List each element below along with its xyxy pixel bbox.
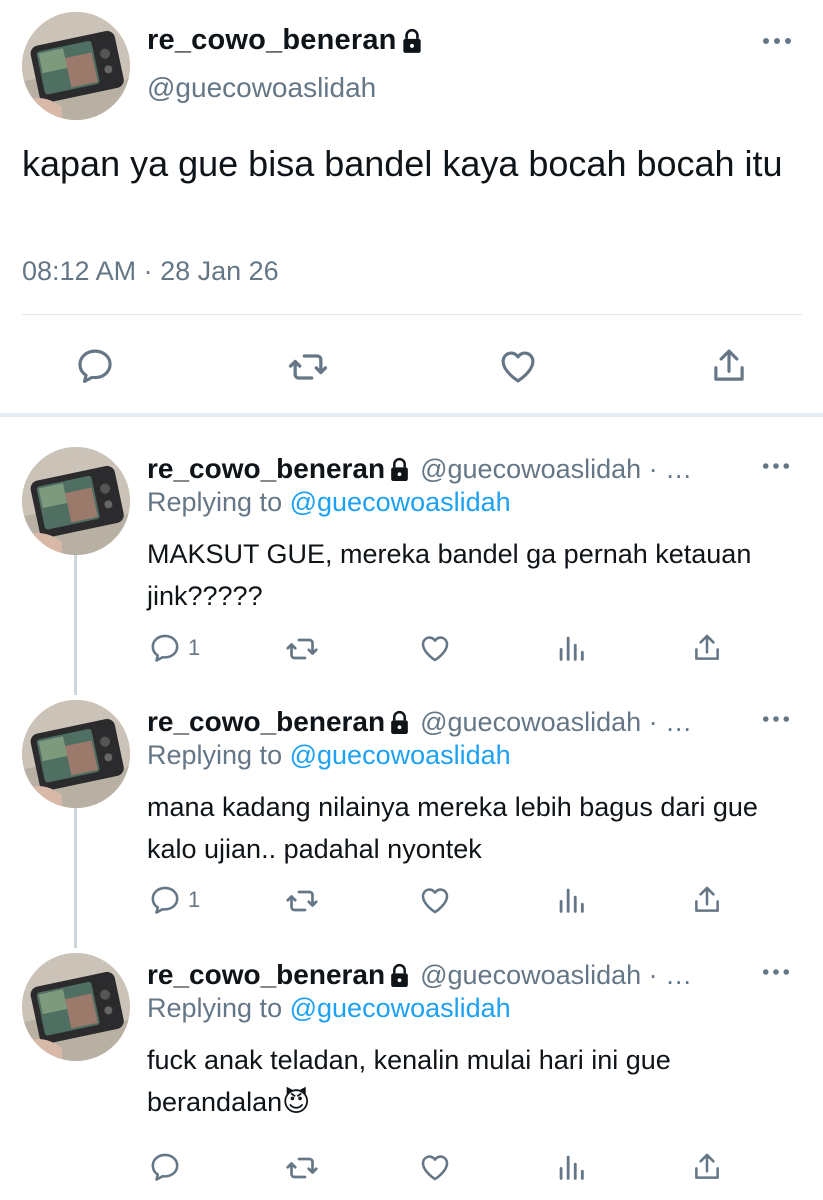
share-icon[interactable] [708, 345, 750, 387]
avatar[interactable] [22, 700, 130, 808]
lock-icon [389, 457, 410, 482]
more-options-icon[interactable] [762, 967, 790, 977]
like-icon[interactable] [418, 883, 452, 917]
user-handle[interactable]: @guecowoaslidah · … [420, 707, 692, 738]
replying-to-label: Replying to [147, 740, 283, 770]
camera-photo-image [22, 447, 130, 555]
replying-to: Replying to @guecowoaslidah [147, 993, 511, 1024]
share-icon[interactable] [690, 883, 724, 917]
replying-to: Replying to @guecowoaslidah [147, 487, 511, 518]
display-name[interactable]: re_cowo_beneran [147, 959, 385, 991]
camera-photo-image [22, 12, 130, 120]
reply-icon[interactable] [148, 631, 182, 665]
thread-line [74, 808, 77, 948]
stats-icon[interactable] [554, 1150, 588, 1184]
like-icon[interactable] [418, 631, 452, 665]
reply-button[interactable] [148, 1150, 188, 1184]
user-handle[interactable]: @guecowoaslidah · … [420, 454, 692, 485]
user-handle[interactable]: @guecowoaslidah · … [420, 960, 692, 991]
reply-header: re_cowo_beneran @guecowoaslidah · … [147, 959, 692, 991]
replying-to-label: Replying to [147, 487, 283, 517]
more-options-icon[interactable] [762, 461, 790, 471]
replying-to-label: Replying to [147, 993, 283, 1023]
reply-header: re_cowo_beneran @guecowoaslidah · … [147, 706, 692, 738]
replying-to-mention[interactable]: @guecowoaslidah [290, 993, 511, 1023]
reply-count: 1 [188, 887, 201, 912]
tweet-text: kapan ya gue bisa bandel kaya bocah boca… [22, 143, 783, 184]
retweet-icon[interactable] [284, 631, 320, 667]
avatar[interactable] [22, 447, 130, 555]
avatar[interactable] [22, 12, 130, 120]
avatar[interactable] [22, 953, 130, 1061]
more-options-icon[interactable] [762, 36, 792, 46]
like-icon[interactable] [497, 345, 539, 387]
share-icon[interactable] [690, 1150, 724, 1184]
divider [22, 314, 802, 315]
tweet-text: MAKSUT GUE, mereka bandel ga pernah keta… [147, 539, 752, 611]
reply-button[interactable]: 1 [148, 883, 200, 917]
reply-icon[interactable] [148, 883, 182, 917]
reply-icon[interactable] [148, 1150, 182, 1184]
reply-count: 1 [188, 635, 201, 660]
tweet-text: fuck anak teladan, kenalin mulai hari in… [147, 1045, 671, 1117]
more-options-icon[interactable] [762, 714, 790, 724]
reply-button[interactable]: 1 [148, 631, 200, 665]
share-icon[interactable] [690, 631, 724, 665]
retweet-icon[interactable] [284, 883, 320, 919]
display-name[interactable]: re_cowo_beneran [147, 706, 385, 738]
tweet-timestamp[interactable]: 08:12 AM · 28 Jan 26 [22, 256, 279, 287]
camera-photo-image [22, 953, 130, 1061]
display-name[interactable]: re_cowo_beneran [147, 24, 423, 57]
tweet-text: mana kadang nilainya mereka lebih bagus … [147, 792, 758, 864]
stats-icon[interactable] [554, 631, 588, 665]
replying-to: Replying to @guecowoaslidah [147, 740, 511, 771]
retweet-icon[interactable] [286, 345, 330, 389]
lock-icon [389, 710, 410, 735]
retweet-icon[interactable] [284, 1150, 320, 1186]
user-handle[interactable]: @guecowoaslidah [147, 72, 376, 104]
like-icon[interactable] [418, 1150, 452, 1184]
section-divider [0, 413, 823, 417]
replying-to-mention[interactable]: @guecowoaslidah [290, 740, 511, 770]
thread-line [74, 555, 77, 695]
reply-icon[interactable] [74, 345, 116, 387]
lock-icon [401, 28, 423, 54]
camera-photo-image [22, 700, 130, 808]
reply-header: re_cowo_beneran @guecowoaslidah · … [147, 453, 692, 485]
display-name[interactable]: re_cowo_beneran [147, 453, 385, 485]
lock-icon [389, 963, 410, 988]
replying-to-mention[interactable]: @guecowoaslidah [290, 487, 511, 517]
stats-icon[interactable] [554, 883, 588, 917]
display-name-text[interactable]: re_cowo_beneran [147, 24, 397, 57]
